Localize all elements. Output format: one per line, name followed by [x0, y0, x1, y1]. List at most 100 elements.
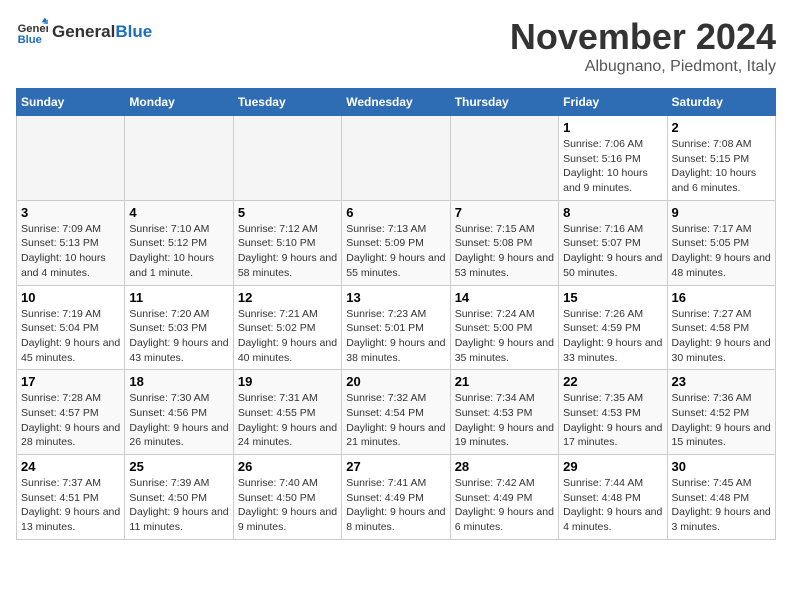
day-number: 1	[563, 120, 662, 135]
day-number: 22	[563, 374, 662, 389]
calendar-day-cell: 7 Sunrise: 7:15 AM Sunset: 5:08 PM Daylig…	[450, 200, 558, 285]
calendar-week-row: 10 Sunrise: 7:19 AM Sunset: 5:04 PM Dayli…	[17, 285, 776, 370]
day-info: Sunrise: 7:36 AM Sunset: 4:52 PM Dayligh…	[672, 391, 771, 450]
calendar-day-cell: 15 Sunrise: 7:26 AM Sunset: 4:59 PM Dayli…	[559, 285, 667, 370]
day-info: Sunrise: 7:31 AM Sunset: 4:55 PM Dayligh…	[238, 391, 337, 450]
logo: General Blue GeneralBlue	[16, 16, 152, 48]
day-number: 17	[21, 374, 120, 389]
day-info: Sunrise: 7:34 AM Sunset: 4:53 PM Dayligh…	[455, 391, 554, 450]
day-number: 30	[672, 459, 771, 474]
day-info: Sunrise: 7:10 AM Sunset: 5:12 PM Dayligh…	[129, 222, 228, 281]
calendar-day-cell: 1Sunrise: 7:06 AM Sunset: 5:16 PM Daylig…	[559, 116, 667, 201]
day-number: 6	[346, 205, 445, 220]
day-number: 20	[346, 374, 445, 389]
day-info: Sunrise: 7:30 AM Sunset: 4:56 PM Dayligh…	[129, 391, 228, 450]
day-number: 28	[455, 459, 554, 474]
calendar-day-cell: 3 Sunrise: 7:09 AM Sunset: 5:13 PM Daylig…	[17, 200, 125, 285]
day-number: 7	[455, 205, 554, 220]
title-area: November 2024 Albugnano, Piedmont, Italy	[510, 16, 776, 76]
calendar-week-row: 3 Sunrise: 7:09 AM Sunset: 5:13 PM Daylig…	[17, 200, 776, 285]
day-number: 9	[672, 205, 771, 220]
day-info: Sunrise: 7:41 AM Sunset: 4:49 PM Dayligh…	[346, 476, 445, 535]
day-info: Sunrise: 7:32 AM Sunset: 4:54 PM Dayligh…	[346, 391, 445, 450]
calendar-day-cell: 6 Sunrise: 7:13 AM Sunset: 5:09 PM Daylig…	[342, 200, 450, 285]
calendar-day-cell: 18 Sunrise: 7:30 AM Sunset: 4:56 PM Dayli…	[125, 370, 233, 455]
logo-icon: General Blue	[16, 16, 48, 48]
day-info: Sunrise: 7:28 AM Sunset: 4:57 PM Dayligh…	[21, 391, 120, 450]
day-info: Sunrise: 7:27 AM Sunset: 4:58 PM Dayligh…	[672, 307, 771, 366]
day-number: 29	[563, 459, 662, 474]
day-info: Sunrise: 7:39 AM Sunset: 4:50 PM Dayligh…	[129, 476, 228, 535]
day-number: 24	[21, 459, 120, 474]
day-info: Sunrise: 7:44 AM Sunset: 4:48 PM Dayligh…	[563, 476, 662, 535]
day-number: 16	[672, 290, 771, 305]
calendar-body: 1Sunrise: 7:06 AM Sunset: 5:16 PM Daylig…	[17, 116, 776, 540]
logo-blue: Blue	[115, 22, 152, 42]
calendar-day-cell: 12Sunrise: 7:21 AM Sunset: 5:02 PM Dayli…	[233, 285, 341, 370]
day-info: Sunrise: 7:35 AM Sunset: 4:53 PM Dayligh…	[563, 391, 662, 450]
day-number: 18	[129, 374, 228, 389]
day-info: Sunrise: 7:20 AM Sunset: 5:03 PM Dayligh…	[129, 307, 228, 366]
calendar-day-cell: 4 Sunrise: 7:10 AM Sunset: 5:12 PM Daylig…	[125, 200, 233, 285]
day-info: Sunrise: 7:16 AM Sunset: 5:07 PM Dayligh…	[563, 222, 662, 281]
weekday-header-row: SundayMondayTuesdayWednesdayThursdayFrid…	[17, 89, 776, 116]
day-info: Sunrise: 7:45 AM Sunset: 4:48 PM Dayligh…	[672, 476, 771, 535]
day-number: 8	[563, 205, 662, 220]
calendar-day-cell: 17 Sunrise: 7:28 AM Sunset: 4:57 PM Dayli…	[17, 370, 125, 455]
calendar-week-row: 17 Sunrise: 7:28 AM Sunset: 4:57 PM Dayli…	[17, 370, 776, 455]
day-info: Sunrise: 7:21 AM Sunset: 5:02 PM Dayligh…	[238, 307, 337, 366]
day-number: 21	[455, 374, 554, 389]
day-number: 15	[563, 290, 662, 305]
day-number: 25	[129, 459, 228, 474]
day-info: Sunrise: 7:09 AM Sunset: 5:13 PM Dayligh…	[21, 222, 120, 281]
location-subtitle: Albugnano, Piedmont, Italy	[510, 58, 776, 76]
calendar: SundayMondayTuesdayWednesdayThursdayFrid…	[16, 88, 776, 540]
calendar-day-cell: 11Sunrise: 7:20 AM Sunset: 5:03 PM Dayli…	[125, 285, 233, 370]
day-number: 2	[672, 120, 771, 135]
calendar-week-row: 24 Sunrise: 7:37 AM Sunset: 4:51 PM Dayli…	[17, 455, 776, 540]
calendar-day-cell: 24 Sunrise: 7:37 AM Sunset: 4:51 PM Dayli…	[17, 455, 125, 540]
calendar-day-cell: 8 Sunrise: 7:16 AM Sunset: 5:07 PM Daylig…	[559, 200, 667, 285]
day-number: 10	[21, 290, 120, 305]
day-info: Sunrise: 7:13 AM Sunset: 5:09 PM Dayligh…	[346, 222, 445, 281]
day-info: Sunrise: 7:15 AM Sunset: 5:08 PM Dayligh…	[455, 222, 554, 281]
calendar-day-cell: 22 Sunrise: 7:35 AM Sunset: 4:53 PM Dayli…	[559, 370, 667, 455]
calendar-day-cell: 10 Sunrise: 7:19 AM Sunset: 5:04 PM Dayli…	[17, 285, 125, 370]
calendar-day-cell: 25 Sunrise: 7:39 AM Sunset: 4:50 PM Dayli…	[125, 455, 233, 540]
calendar-day-cell: 14 Sunrise: 7:24 AM Sunset: 5:00 PM Dayli…	[450, 285, 558, 370]
day-info: Sunrise: 7:08 AM Sunset: 5:15 PM Dayligh…	[672, 137, 771, 196]
calendar-day-cell: 19 Sunrise: 7:31 AM Sunset: 4:55 PM Dayli…	[233, 370, 341, 455]
weekday-header-cell: Friday	[559, 89, 667, 116]
day-number: 4	[129, 205, 228, 220]
day-number: 13	[346, 290, 445, 305]
svg-text:Blue: Blue	[18, 34, 42, 46]
calendar-day-cell	[450, 116, 558, 201]
day-info: Sunrise: 7:19 AM Sunset: 5:04 PM Dayligh…	[21, 307, 120, 366]
calendar-day-cell: 5 Sunrise: 7:12 AM Sunset: 5:10 PM Daylig…	[233, 200, 341, 285]
weekday-header-cell: Saturday	[667, 89, 775, 116]
weekday-header-cell: Monday	[125, 89, 233, 116]
calendar-day-cell: 20 Sunrise: 7:32 AM Sunset: 4:54 PM Dayli…	[342, 370, 450, 455]
day-number: 14	[455, 290, 554, 305]
calendar-day-cell: 30 Sunrise: 7:45 AM Sunset: 4:48 PM Dayli…	[667, 455, 775, 540]
day-info: Sunrise: 7:17 AM Sunset: 5:05 PM Dayligh…	[672, 222, 771, 281]
day-info: Sunrise: 7:12 AM Sunset: 5:10 PM Dayligh…	[238, 222, 337, 281]
day-number: 23	[672, 374, 771, 389]
day-info: Sunrise: 7:37 AM Sunset: 4:51 PM Dayligh…	[21, 476, 120, 535]
header: General Blue GeneralBlue November 2024 A…	[16, 16, 776, 76]
calendar-day-cell	[233, 116, 341, 201]
calendar-day-cell: 2 Sunrise: 7:08 AM Sunset: 5:15 PM Daylig…	[667, 116, 775, 201]
calendar-week-row: 1Sunrise: 7:06 AM Sunset: 5:16 PM Daylig…	[17, 116, 776, 201]
day-info: Sunrise: 7:24 AM Sunset: 5:00 PM Dayligh…	[455, 307, 554, 366]
calendar-day-cell	[17, 116, 125, 201]
day-info: Sunrise: 7:23 AM Sunset: 5:01 PM Dayligh…	[346, 307, 445, 366]
weekday-header-cell: Tuesday	[233, 89, 341, 116]
day-number: 5	[238, 205, 337, 220]
weekday-header-cell: Sunday	[17, 89, 125, 116]
day-number: 19	[238, 374, 337, 389]
month-title: November 2024	[510, 16, 776, 58]
day-number: 3	[21, 205, 120, 220]
calendar-day-cell: 27Sunrise: 7:41 AM Sunset: 4:49 PM Dayli…	[342, 455, 450, 540]
svg-text:General: General	[18, 23, 48, 35]
day-info: Sunrise: 7:26 AM Sunset: 4:59 PM Dayligh…	[563, 307, 662, 366]
